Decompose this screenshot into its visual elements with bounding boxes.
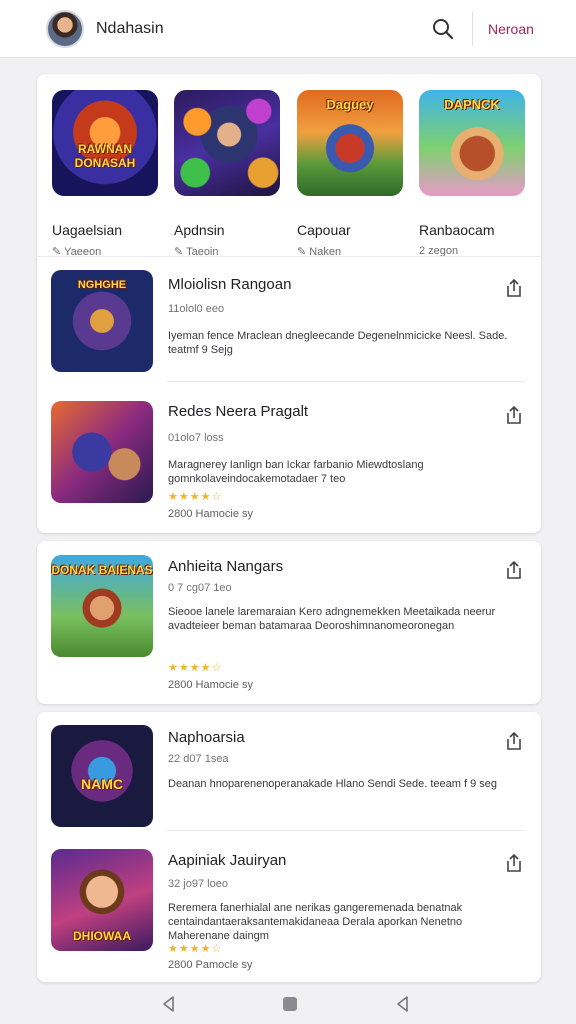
- game-art-image: [174, 90, 280, 196]
- game-footer: 2800 Hamocie sy: [168, 508, 253, 520]
- featured-tile[interactable]: Daguey Capouar ✎ Naken: [297, 90, 404, 258]
- game-thumbnail[interactable]: DHIOWAA: [51, 849, 153, 951]
- featured-tile[interactable]: Apdnsin ✎ Taeoin: [174, 90, 281, 258]
- share-icon[interactable]: [503, 559, 525, 581]
- divider: [167, 381, 525, 382]
- game-description: Iyeman fence Mraclean dnegleecande Degen…: [168, 330, 508, 356]
- game-meta: 32 jo97 loeo: [168, 878, 228, 890]
- avatar[interactable]: [46, 10, 84, 48]
- game-title[interactable]: Naphoarsia: [168, 729, 245, 746]
- featured-name: Apdnsin: [174, 222, 225, 238]
- system-nav-bar: [0, 985, 576, 1024]
- game-art-image: DAPNCK: [419, 90, 525, 196]
- game-title[interactable]: Redes Neera Pragalt: [168, 403, 308, 420]
- game-art-image: Daguey: [297, 90, 403, 196]
- home-icon[interactable]: [279, 993, 301, 1015]
- featured-name: Uagaelsian: [52, 222, 123, 238]
- game-title[interactable]: Aapiniak Jauiryan: [168, 852, 286, 869]
- game-footer: 2800 Pamocle sy: [168, 959, 253, 971]
- art-text: RAWNAN DONASAH: [74, 142, 136, 170]
- divider: [167, 830, 525, 831]
- game-card: DONAK BAIENAS Anhieita Nangars 0 7 cg07 …: [37, 541, 541, 704]
- rating-stars: ★★★★☆: [168, 943, 223, 955]
- game-description: Sieooe lanele laremaraian Kero adngnemek…: [168, 606, 496, 632]
- featured-name: Ranbaocam: [419, 222, 495, 238]
- rating-stars: ★★★★☆: [168, 491, 223, 503]
- art-text: DONAK BAIENAS: [51, 563, 153, 577]
- game-meta: 11olol0 eeo: [168, 303, 225, 315]
- header-divider: [472, 12, 473, 46]
- user-name: Ndahasin: [96, 20, 164, 37]
- rating-stars: ★★★★☆: [168, 662, 223, 674]
- divider: [37, 256, 541, 257]
- back-icon[interactable]: [158, 993, 180, 1015]
- featured-card: RAWNAN DONASAH Uagaelsian ✎ Yaeeon Apdns…: [37, 74, 541, 533]
- game-title[interactable]: Anhieita Nangars: [168, 558, 283, 575]
- game-meta: 0 7 cg07 1eo: [168, 582, 232, 594]
- featured-tile[interactable]: RAWNAN DONASAH Uagaelsian ✎ Yaeeon: [52, 90, 159, 258]
- art-text: NGHGHE: [77, 279, 127, 291]
- game-description: Maragnerey Ianlign ban Ickar farbanio Mi…: [168, 459, 424, 485]
- game-card: NAMC Naphoarsia 22 d07 1sea Deanan hnopa…: [37, 712, 541, 982]
- art-text: DHIOWAA: [73, 929, 131, 943]
- game-thumbnail[interactable]: DONAK BAIENAS: [51, 555, 153, 657]
- game-meta: 01olo7 loss: [168, 432, 224, 444]
- header-action-link[interactable]: Neroan: [488, 21, 534, 37]
- game-description: Deanan hnoparenenoperanakade Hlano Sendi…: [168, 778, 498, 790]
- share-icon[interactable]: [503, 404, 525, 426]
- game-art-image: RAWNAN DONASAH: [52, 90, 158, 196]
- search-icon[interactable]: [430, 16, 456, 42]
- game-footer: 2800 Hamocie sy: [168, 679, 253, 691]
- game-description: Reremera fanerhialal ane nerikas gangere…: [168, 902, 463, 942]
- art-text: DAPNCK: [444, 97, 500, 112]
- featured-name: Capouar: [297, 222, 351, 238]
- game-thumbnail[interactable]: NAMC: [51, 725, 153, 827]
- top-app-bar: Ndahasin Neroan: [0, 0, 576, 58]
- game-thumbnail[interactable]: NGHGHE: [51, 270, 153, 372]
- art-text: NAMC: [81, 776, 123, 792]
- game-title[interactable]: Mloiolisn Rangoan: [168, 276, 291, 293]
- recents-icon[interactable]: [392, 993, 414, 1015]
- art-text: Daguey: [326, 97, 374, 112]
- share-icon[interactable]: [503, 277, 525, 299]
- game-meta: 22 d07 1sea: [168, 753, 229, 765]
- share-icon[interactable]: [503, 730, 525, 752]
- game-thumbnail[interactable]: [51, 401, 153, 503]
- featured-tile[interactable]: DAPNCK Ranbaocam 2 zegon: [419, 90, 526, 257]
- share-icon[interactable]: [503, 852, 525, 874]
